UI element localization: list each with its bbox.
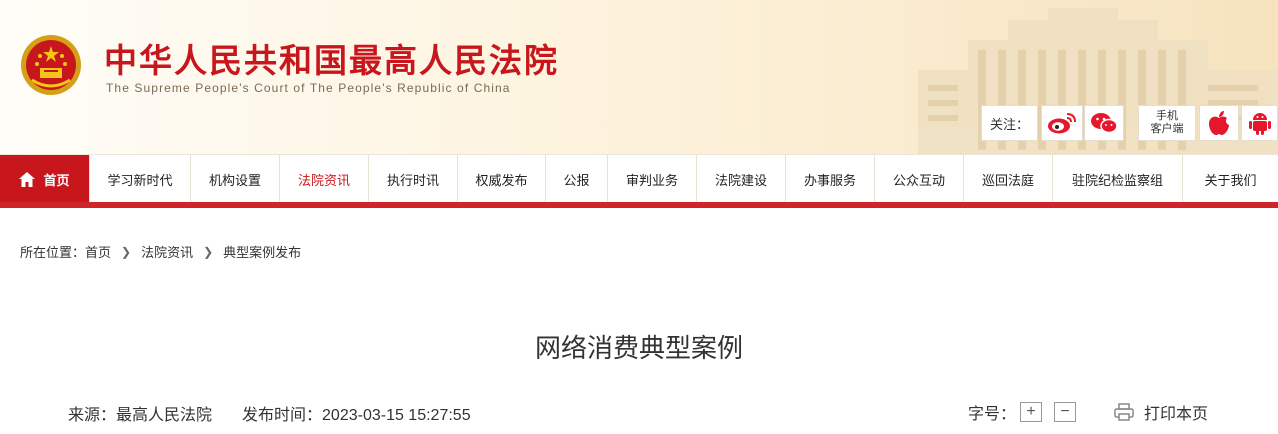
nav-item-circuit-court[interactable]: 巡回法庭: [964, 155, 1053, 203]
mobile-label-line1: 手机: [1156, 110, 1178, 122]
article-title: 网络消费典型案例: [534, 333, 743, 363]
nav-item-trial-business[interactable]: 审判业务: [608, 155, 697, 203]
site-subtitle: The Supreme People's Court of The People…: [106, 81, 511, 95]
nav-item-gazette[interactable]: 公报: [546, 155, 608, 203]
nav-item-study-new-era[interactable]: 学习新时代: [90, 155, 191, 203]
nav-item-services[interactable]: 办事服务: [786, 155, 875, 203]
apple-button[interactable]: [1199, 105, 1239, 141]
printer-icon: [1114, 403, 1134, 421]
nav-item-court-news[interactable]: 法院资讯: [280, 155, 369, 203]
wechat-button[interactable]: [1084, 105, 1124, 141]
site-header: 中华人民共和国最高人民法院 The Supreme People's Court…: [0, 0, 1278, 154]
mobile-client-button[interactable]: 手机 客户端: [1138, 105, 1196, 141]
font-decrease-button[interactable]: −: [1054, 402, 1077, 422]
follow-label: 关注：: [981, 105, 1038, 141]
article-publish-time: 发布时间：2023-03-15 15:27:55: [242, 407, 471, 424]
mobile-label-line2: 客户端: [1150, 123, 1184, 135]
breadcrumb-typical-cases[interactable]: 典型案例发布: [223, 242, 301, 261]
breadcrumb-court-news[interactable]: 法院资讯: [141, 242, 193, 261]
nav-item-authoritative-release[interactable]: 权威发布: [458, 155, 546, 203]
nav-underline-bar: [0, 202, 1278, 208]
chevron-right-icon: ❯: [121, 244, 132, 259]
print-label: 打印本页: [1144, 406, 1209, 423]
weibo-button[interactable]: [1041, 105, 1083, 141]
font-size-label: 字号：: [968, 406, 1017, 423]
article-meta: 来源：最高人民法院 发布时间：2023-03-15 15:27:55: [68, 401, 471, 425]
print-button[interactable]: 打印本页: [1114, 400, 1208, 424]
site-title[interactable]: 中华人民共和国最高人民法院: [104, 34, 559, 82]
main-nav: 首页 学习新时代 机构设置 法院资讯 执行时讯 权威发布 公报 审判业务 法院建…: [0, 154, 1278, 203]
wechat-icon: [1091, 113, 1118, 134]
national-emblem-icon: [21, 35, 81, 95]
nav-item-about-us[interactable]: 关于我们: [1183, 155, 1278, 203]
article-source: 来源：最高人民法院: [68, 407, 213, 424]
nav-item-public-interaction[interactable]: 公众互动: [875, 155, 964, 203]
breadcrumb: 所在位置： 首页 ❯ 法院资讯 ❯ 典型案例发布: [20, 242, 301, 261]
android-icon: [1248, 113, 1271, 135]
weibo-icon: [1048, 113, 1076, 134]
home-icon: [19, 171, 36, 187]
article-tools: 字号： + − 打印本页: [968, 400, 1208, 424]
nav-item-home[interactable]: 首页: [0, 155, 90, 203]
nav-item-execution-news[interactable]: 执行时讯: [369, 155, 458, 203]
chevron-right-icon: ❯: [203, 244, 214, 259]
nav-label-home: 首页: [43, 172, 70, 188]
nav-item-discipline-inspection[interactable]: 驻院纪检监察组: [1053, 155, 1183, 203]
breadcrumb-prefix: 所在位置：: [20, 245, 86, 260]
nav-item-court-construction[interactable]: 法院建设: [697, 155, 786, 203]
nav-item-organization[interactable]: 机构设置: [191, 155, 280, 203]
android-button[interactable]: [1241, 105, 1278, 141]
breadcrumb-home[interactable]: 首页: [85, 242, 111, 261]
font-increase-button[interactable]: +: [1020, 402, 1043, 422]
apple-icon: [1209, 111, 1229, 135]
